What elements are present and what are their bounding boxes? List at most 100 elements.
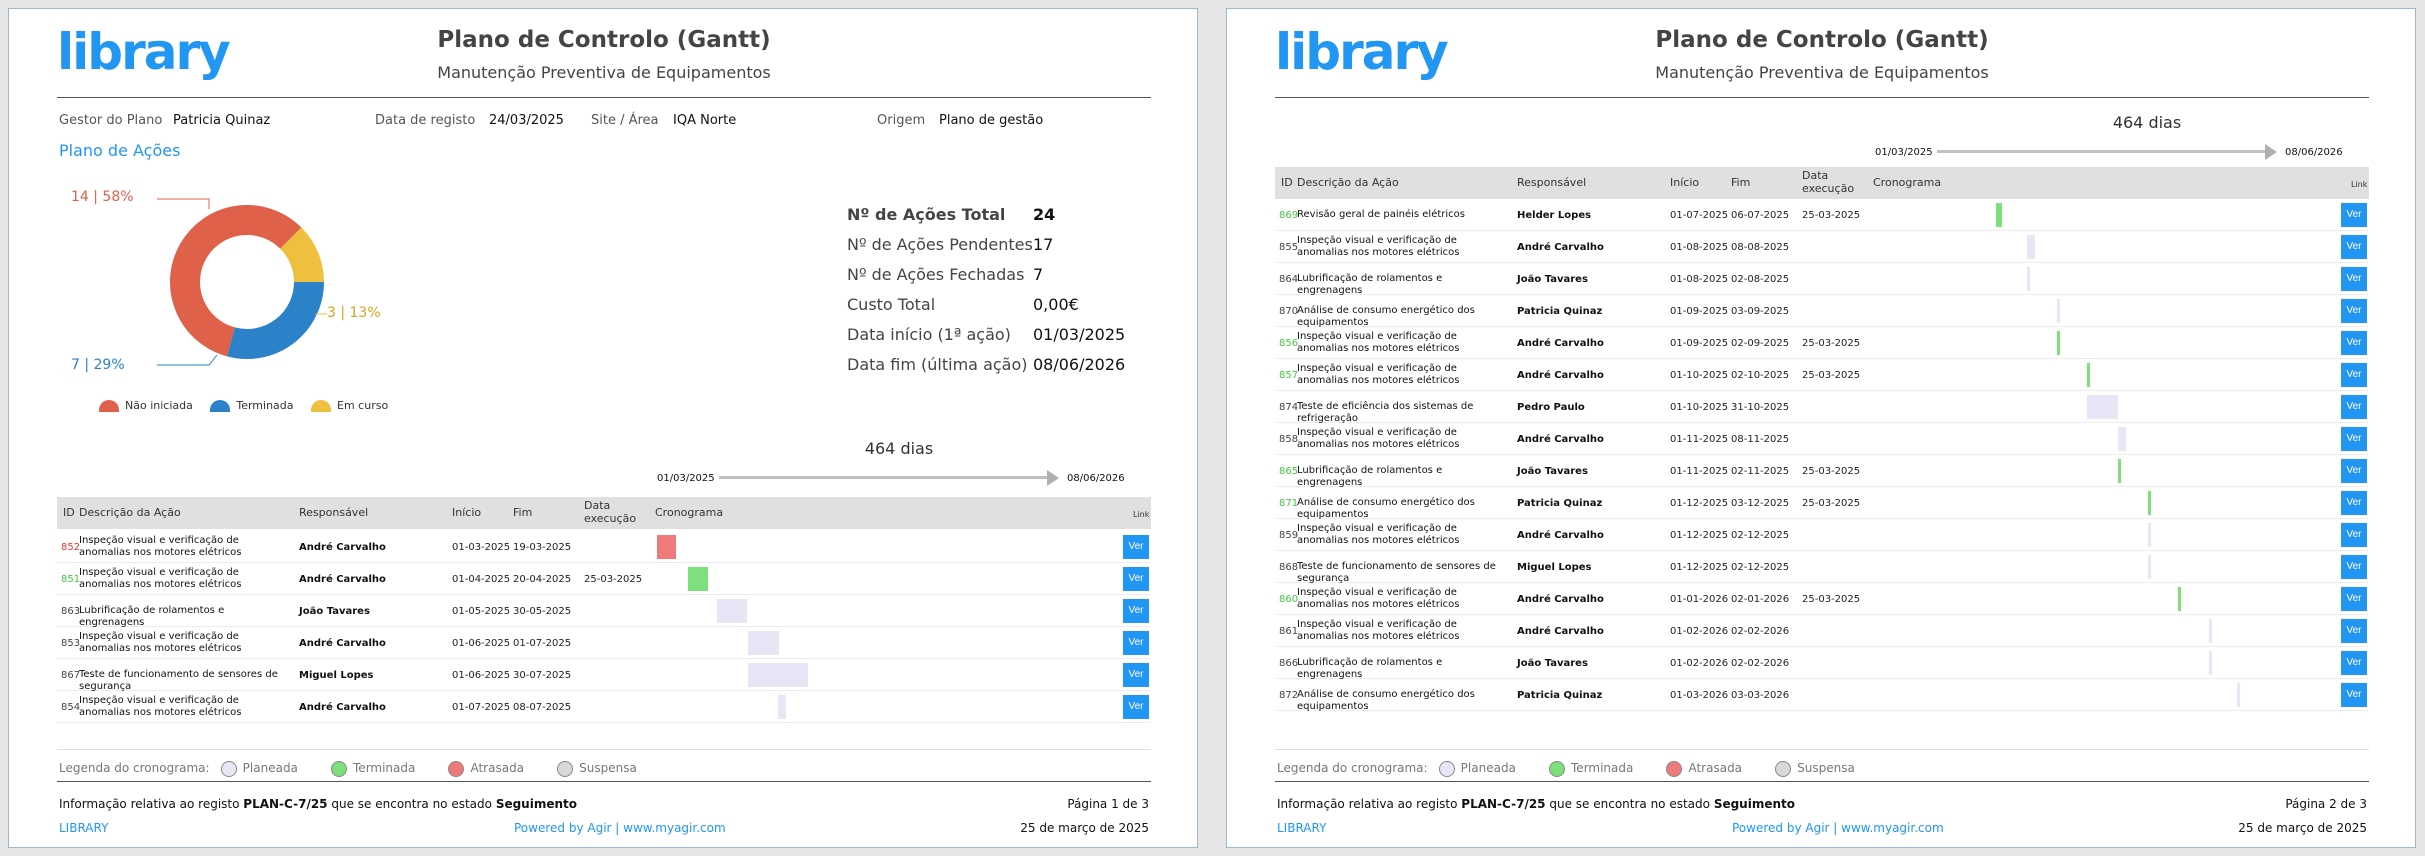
gantt-bar bbox=[2236, 683, 2240, 707]
cell-desc: Lubrificação de rolamentos e engrenagens bbox=[1297, 465, 1443, 488]
ver-button[interactable]: Ver bbox=[2341, 523, 2367, 547]
cell-inicio: 01-10-2025 bbox=[1670, 402, 1729, 413]
th-resp: Responsável bbox=[1517, 176, 1587, 189]
stat-inicio-label: Data início (1ª ação) bbox=[847, 325, 1011, 344]
cell-resp: Patricia Quinaz bbox=[1517, 690, 1603, 701]
legend-title: Legenda do cronograma: bbox=[59, 761, 210, 775]
ver-button[interactable]: Ver bbox=[2341, 651, 2367, 675]
cell-fim: 30-07-2025 bbox=[513, 670, 572, 681]
legend-terminada-swatch bbox=[331, 760, 348, 777]
gantt-bar bbox=[2117, 459, 2121, 483]
footer-info: Informação relativa ao registo PLAN-C-7/… bbox=[1277, 797, 1795, 811]
ver-button[interactable]: Ver bbox=[1123, 567, 1149, 591]
timeline-line bbox=[1937, 150, 2267, 153]
footer-date: 25 de março de 2025 bbox=[2238, 821, 2367, 835]
ver-button[interactable]: Ver bbox=[2341, 683, 2367, 707]
donut-label-terminada: 7 | 29% bbox=[71, 357, 125, 373]
cell-id: 868 bbox=[1279, 562, 1299, 573]
cell-desc: Análise de consumo energético dos equipa… bbox=[1297, 497, 1475, 520]
gantt-bar bbox=[2147, 491, 2151, 515]
cell-desc: Inspeção visual e verificação de anomali… bbox=[1297, 363, 1460, 386]
footer-state: Seguimento bbox=[495, 797, 578, 811]
ver-button[interactable]: Ver bbox=[2341, 267, 2367, 291]
stat-fim-label: Data fim (última ação) bbox=[847, 355, 1028, 374]
ver-button[interactable]: Ver bbox=[1123, 599, 1149, 623]
cell-id: 872 bbox=[1279, 690, 1299, 701]
donut-legend: Não iniciada Terminada Em curso bbox=[99, 399, 388, 412]
cell-desc: Teste de funcionamento de sensores de se… bbox=[1297, 561, 1496, 584]
cell-inicio: 01-06-2025 bbox=[452, 670, 511, 681]
origem-label: Origem bbox=[877, 113, 926, 128]
cell-desc: Teste de eficiência dos sistemas de refr… bbox=[1297, 401, 1474, 424]
cell-resp: André Carvalho bbox=[1517, 594, 1604, 605]
cell-fim: 31-10-2025 bbox=[1731, 402, 1790, 413]
table-header: ID Descrição da Ação Responsável Início … bbox=[57, 497, 1151, 529]
ver-button[interactable]: Ver bbox=[2341, 427, 2367, 451]
ver-button[interactable]: Ver bbox=[2341, 587, 2367, 611]
cell-execucao: 25-03-2025 bbox=[1802, 210, 1861, 221]
report-title: Plano de Controlo (Gantt) bbox=[1655, 27, 1989, 53]
cell-inicio: 01-09-2025 bbox=[1670, 338, 1729, 349]
gantt-bar bbox=[2057, 331, 2061, 355]
footer-powered-link[interactable]: Powered by Agir | www.myagir.com bbox=[1732, 821, 1944, 835]
cell-inicio: 01-11-2025 bbox=[1670, 434, 1729, 445]
timeline-days: 464 dias bbox=[864, 439, 934, 458]
ver-button[interactable]: Ver bbox=[2341, 331, 2367, 355]
table-row: 860 Inspeção visual e verificação de anom… bbox=[1275, 583, 2369, 615]
cell-execucao: 25-03-2025 bbox=[1802, 498, 1861, 509]
cell-id: 866 bbox=[1279, 658, 1299, 669]
cell-inicio: 01-03-2026 bbox=[1670, 690, 1729, 701]
cell-id: 870 bbox=[1279, 306, 1299, 317]
cell-resp: João Tavares bbox=[299, 606, 370, 617]
legend-suspensa: Suspensa bbox=[579, 761, 637, 775]
stat-total-value: 24 bbox=[1033, 205, 1056, 224]
cell-fim: 03-09-2025 bbox=[1731, 306, 1790, 317]
footer-page: Página 1 de 3 bbox=[1067, 797, 1149, 811]
footer-page: Página 2 de 3 bbox=[2285, 797, 2367, 811]
cell-resp: André Carvalho bbox=[299, 638, 386, 649]
ver-button[interactable]: Ver bbox=[2341, 363, 2367, 387]
cell-fim: 02-11-2025 bbox=[1731, 466, 1790, 477]
th-exec-1: Data bbox=[1802, 169, 1829, 182]
table-row: 869 Revisão geral de painéis elétricos Hel… bbox=[1275, 199, 2369, 231]
legend-title: Legenda do cronograma: bbox=[1277, 761, 1428, 775]
ver-button[interactable]: Ver bbox=[1123, 535, 1149, 559]
ver-button[interactable]: Ver bbox=[2341, 395, 2367, 419]
footer-brand: LIBRARY bbox=[1277, 821, 1327, 835]
cell-resp: André Carvalho bbox=[1517, 626, 1604, 637]
cell-inicio: 01-10-2025 bbox=[1670, 370, 1729, 381]
cell-inicio: 01-08-2025 bbox=[1670, 242, 1729, 253]
cell-id: 863 bbox=[61, 606, 81, 617]
ver-button[interactable]: Ver bbox=[2341, 203, 2367, 227]
table-header: ID Descrição da Ação Responsável Início … bbox=[1275, 167, 2369, 199]
legend-planeada: Planeada bbox=[1460, 761, 1516, 775]
ver-button[interactable]: Ver bbox=[2341, 619, 2367, 643]
cell-desc: Inspeção visual e verificação de anomali… bbox=[79, 567, 242, 590]
cell-resp: André Carvalho bbox=[1517, 242, 1604, 253]
legend-atrasada-swatch bbox=[448, 760, 465, 777]
footer-powered-link[interactable]: Powered by Agir | www.myagir.com bbox=[514, 821, 726, 835]
table-row: 865 Lubrificação de rolamentos e engrenag… bbox=[1275, 455, 2369, 488]
stat-total-label: Nº de Ações Total bbox=[847, 205, 1006, 224]
gestor-label: Gestor do Plano bbox=[59, 113, 163, 128]
footer-brand: LIBRARY bbox=[59, 821, 109, 835]
footer-date: 25 de março de 2025 bbox=[1020, 821, 1149, 835]
th-cronograma: Cronograma bbox=[655, 506, 724, 519]
ver-button[interactable]: Ver bbox=[1123, 663, 1149, 687]
ver-button[interactable]: Ver bbox=[1123, 695, 1149, 719]
ver-button[interactable]: Ver bbox=[2341, 459, 2367, 483]
ver-button[interactable]: Ver bbox=[2341, 555, 2367, 579]
cell-fim: 02-08-2025 bbox=[1731, 274, 1790, 285]
legend-suspensa-swatch bbox=[557, 760, 574, 777]
ver-button[interactable]: Ver bbox=[2341, 299, 2367, 323]
report-title: Plano de Controlo (Gantt) bbox=[437, 27, 771, 53]
gantt-bar bbox=[777, 695, 786, 719]
cell-execucao: 25-03-2025 bbox=[1802, 594, 1861, 605]
ver-button[interactable]: Ver bbox=[1123, 631, 1149, 655]
ver-button[interactable]: Ver bbox=[2341, 491, 2367, 515]
footer-state: Seguimento bbox=[1713, 797, 1796, 811]
gantt-bar bbox=[2057, 299, 2061, 323]
cell-fim: 02-02-2026 bbox=[1731, 658, 1790, 669]
ver-button[interactable]: Ver bbox=[2341, 235, 2367, 259]
cell-desc: Lubrificação de rolamentos e engrenagens bbox=[79, 605, 225, 628]
